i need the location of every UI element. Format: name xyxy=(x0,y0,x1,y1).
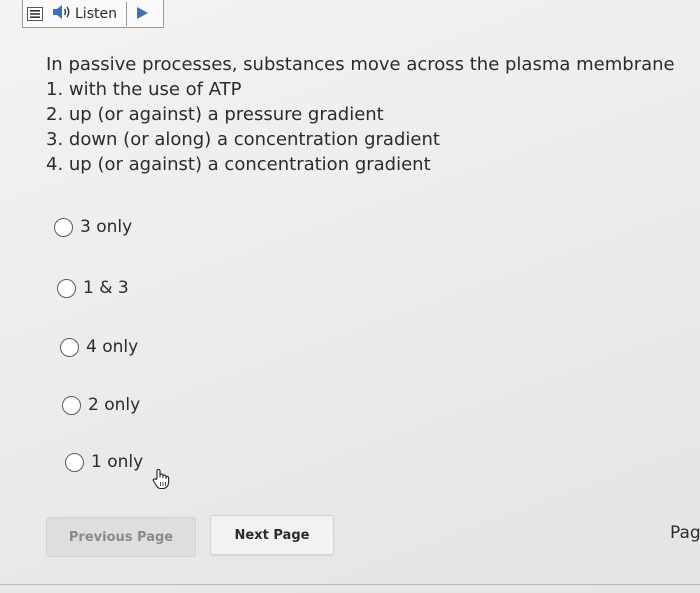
radio-button[interactable] xyxy=(54,217,73,237)
menu-icon[interactable] xyxy=(26,5,44,23)
radio-button[interactable] xyxy=(62,395,81,415)
listen-button[interactable]: Listen xyxy=(52,2,117,26)
accessibility-toolbar: Listen xyxy=(22,0,164,28)
statement-item: 2. up (or against) a pressure gradient xyxy=(46,104,384,125)
speaker-icon xyxy=(52,4,72,24)
answer-option-5[interactable]: 1 only xyxy=(65,452,143,472)
answer-option-2[interactable]: 1 & 3 xyxy=(57,278,129,298)
answer-option-4[interactable]: 2 only xyxy=(62,395,140,415)
previous-page-button[interactable]: Previous Page xyxy=(46,517,196,557)
option-label: 2 only xyxy=(88,395,141,415)
play-icon xyxy=(136,4,148,23)
option-label: 1 only xyxy=(91,452,144,472)
option-label: 3 only xyxy=(80,217,133,237)
statement-item: 1. with the use of ATP xyxy=(46,79,242,100)
answer-option-1[interactable]: 3 only xyxy=(54,217,132,237)
listen-label: Listen xyxy=(75,5,117,22)
statement-item: 4. up (or against) a concentration gradi… xyxy=(46,154,431,175)
radio-button[interactable] xyxy=(60,337,79,357)
question-text: In passive processes, substances move ac… xyxy=(46,52,675,177)
radio-button[interactable] xyxy=(65,452,84,472)
hand-pointer-icon xyxy=(150,468,172,490)
option-label: 4 only xyxy=(86,337,139,357)
option-label: 1 & 3 xyxy=(83,278,129,298)
statement-item: 3. down (or along) a concentration gradi… xyxy=(46,129,440,150)
answer-option-3[interactable]: 4 only xyxy=(60,337,138,357)
next-page-button[interactable]: Next Page xyxy=(210,515,334,555)
bottom-divider xyxy=(0,584,700,585)
question-stem: In passive processes, substances move ac… xyxy=(46,54,675,75)
play-button[interactable] xyxy=(136,4,148,23)
toolbar-divider xyxy=(125,1,127,26)
radio-button[interactable] xyxy=(57,278,76,298)
page-indicator: Pag xyxy=(670,523,700,543)
